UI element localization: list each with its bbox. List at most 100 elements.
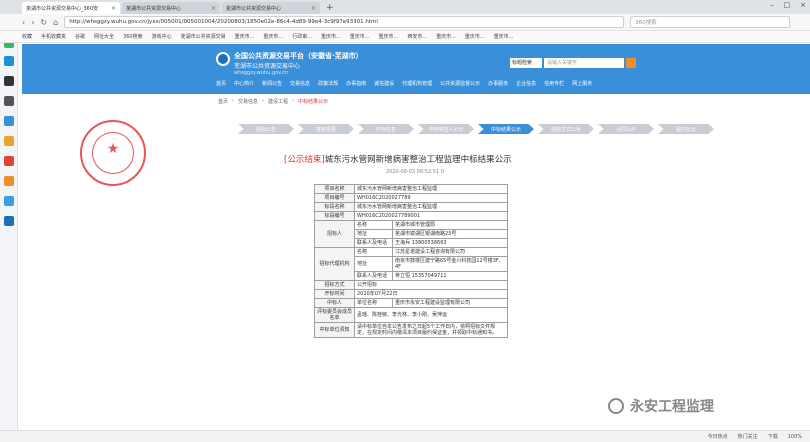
nav-item[interactable]: 企业信息	[516, 80, 536, 87]
bookmark-item[interactable]: 重庆市...	[494, 33, 514, 40]
bookmark-item[interactable]: 重庆市...	[263, 33, 283, 40]
table-row: 中标单位须知 请中标单位自本公告发布之日起5个工作日内，依照招标文件规定，在规定时…	[314, 322, 508, 338]
status-item[interactable]: 下载	[768, 433, 778, 440]
bookmark-item[interactable]: 360搜索	[123, 33, 143, 40]
table-value: 芜湖市镜湖区银湖南路23号	[392, 229, 508, 239]
site-search-input[interactable]: 请输入关键字	[544, 58, 624, 68]
table-sublabel: 联系人及电话	[354, 238, 393, 248]
step-tab[interactable]: 答疑变更	[298, 124, 354, 134]
nav-item[interactable]: 网上服务	[572, 80, 592, 87]
bookmark-item[interactable]: 重庆市...	[321, 33, 341, 40]
bookmarks-bar: 收藏 手机收藏夹 谷歌 网址大全 360搜索 游戏中心 芜湖市公共资源交易 重庆…	[0, 31, 810, 43]
table-sublabel: 名称	[354, 247, 393, 257]
nav-item[interactable]: 信用专栏	[544, 80, 564, 87]
official-seal: ★	[80, 120, 146, 186]
publish-date: 2020-08-03 08:52:51 0	[386, 169, 444, 175]
step-tab[interactable]: 合同公示	[598, 124, 654, 134]
bookmark-item[interactable]: 手机收藏夹	[41, 33, 66, 40]
breadcrumb-item[interactable]: 交易信息	[238, 98, 258, 105]
nav-item[interactable]: 交易信息	[290, 80, 310, 87]
nav-item[interactable]: 政策法规	[318, 80, 338, 87]
bookmark-item[interactable]: 游戏中心	[152, 33, 172, 40]
breadcrumb-separator: ›	[262, 98, 265, 104]
breadcrumb-item[interactable]: 建设工程	[268, 98, 288, 105]
sidebar-app-icon[interactable]	[4, 96, 14, 106]
browser-tab[interactable]: 芜湖市公共资源交易中心 ×	[122, 2, 220, 14]
table-label: 招标方式	[314, 280, 355, 290]
table-sublabel: 联系人及电话	[354, 271, 393, 281]
breadcrumb-item[interactable]: 首页	[218, 98, 228, 105]
close-window-icon[interactable]: ×	[800, 1, 806, 9]
table-row: 项目名称 城东污水管网新增病害整治工程监理	[314, 184, 508, 194]
bookmark-item[interactable]: 重庆市...	[350, 33, 370, 40]
sidebar-app-icon[interactable]	[4, 216, 14, 226]
bookmark-item[interactable]: 重庆市...	[436, 33, 456, 40]
bookmark-item[interactable]: 重庆市...	[235, 33, 255, 40]
sidebar-app-icon[interactable]	[4, 56, 14, 66]
close-icon[interactable]: ×	[211, 5, 216, 12]
sidebar-app-icon[interactable]	[4, 116, 14, 126]
title-text: 城东污水管网新增病害整治工程监理中标结果公示	[324, 155, 512, 165]
table-value: 蒋立恒 15357049711	[392, 271, 508, 281]
nav-item[interactable]: 诚信建设	[374, 80, 394, 87]
status-item[interactable]: 今日热点	[708, 433, 728, 440]
nav-item[interactable]: 首页	[216, 80, 226, 87]
nav-item[interactable]: 公共资源监督公示	[440, 80, 480, 87]
wechat-logo-icon	[608, 398, 624, 414]
sidebar-app-icon[interactable]	[4, 196, 14, 206]
status-item[interactable]: 热门关注	[738, 433, 758, 440]
browser-search-input[interactable]: 360搜索	[630, 16, 791, 28]
bookmark-item[interactable]: 行政审...	[292, 33, 312, 40]
tab-title: 芜湖市公共资源交易中心	[226, 5, 282, 12]
table-label: 招标人	[314, 220, 355, 248]
zoom-level[interactable]: 100%	[788, 434, 802, 440]
search-button[interactable]	[626, 58, 636, 68]
back-icon[interactable]: ‹	[22, 18, 25, 27]
step-tab[interactable]: 招标方式公示	[538, 124, 594, 134]
maximize-icon[interactable]: □	[784, 1, 791, 9]
table-value: 孟瑶、陈桂敏、李光林、李小刚、吴萍运	[354, 307, 508, 323]
forward-icon[interactable]: ›	[31, 18, 34, 27]
nav-item[interactable]: 办事指南	[346, 80, 366, 87]
table-value: 公开招标	[354, 280, 508, 290]
home-icon[interactable]: ⌂	[53, 18, 58, 27]
close-icon[interactable]: ×	[311, 5, 316, 12]
nav-item[interactable]: 办事服务	[488, 80, 508, 87]
step-tab[interactable]: 招标公告	[238, 124, 294, 134]
url-input[interactable]: http://whsggzy.wuhu.gov.cn/jyxx/005001/0…	[64, 16, 625, 28]
bookmark-item[interactable]: 芜湖市公共资源交易	[181, 33, 226, 40]
bookmark-item[interactable]: 谷歌	[75, 33, 85, 40]
close-icon[interactable]: ×	[111, 5, 116, 12]
step-tab[interactable]: 中标候选人公示	[418, 124, 474, 134]
sidebar-app-icon[interactable]	[4, 136, 14, 146]
nav-item[interactable]: 新闻公告	[262, 80, 282, 87]
table-label: 标段名称	[314, 202, 355, 212]
watermark-text: 永安工程监理	[630, 399, 714, 415]
step-tab[interactable]: 履约公示	[658, 124, 714, 134]
new-tab-icon[interactable]: +	[326, 2, 334, 14]
sidebar-app-icon[interactable]	[4, 156, 14, 166]
sidebar-app-icon[interactable]	[4, 176, 14, 186]
refresh-icon[interactable]: ↻	[40, 18, 47, 27]
step-tab-active[interactable]: 中标结果公示	[478, 124, 534, 134]
browser-tab[interactable]: 芜湖市公共资源交易中心_360安 ×	[22, 2, 120, 14]
table-sublabel: 地址	[354, 229, 393, 239]
minimize-icon[interactable]: –	[770, 1, 774, 9]
table-row: 评标委员会成员名单 孟瑶、陈桂敏、李光林、李小刚、吴萍运	[314, 307, 508, 323]
bookmark-item[interactable]: 西安市...	[407, 33, 427, 40]
bookmark-item[interactable]: 重庆市...	[379, 33, 399, 40]
step-tab[interactable]: 开标信息	[358, 124, 414, 134]
nav-item[interactable]: 中心简介	[234, 80, 254, 87]
table-value: 江苏星诺建设工程咨询有限公司	[392, 247, 508, 257]
bookmark-item[interactable]: 重庆市...	[465, 33, 485, 40]
bookmark-item[interactable]: 网址大全	[94, 33, 114, 40]
table-row: 项目编号 WH016C2020027789	[314, 193, 508, 203]
process-steps: 招标公告 答疑变更 开标信息 中标候选人公示 中标结果公示 招标方式公示 合同公…	[238, 124, 714, 134]
nav-item[interactable]: 代理机构管理	[402, 80, 432, 87]
sidebar-app-icon[interactable]	[4, 76, 14, 86]
table-value: WH016C2020027789001	[354, 211, 508, 221]
site-header: 全国公共资源交易平台（安徽省·芜湖市） 芜湖市公共资源交易中心 whsggzy.…	[22, 44, 810, 94]
bookmark-item[interactable]: 收藏	[22, 33, 32, 40]
browser-tab[interactable]: 芜湖市公共资源交易中心 ×	[222, 2, 320, 14]
search-type-select[interactable]: 标题检索	[510, 58, 542, 68]
